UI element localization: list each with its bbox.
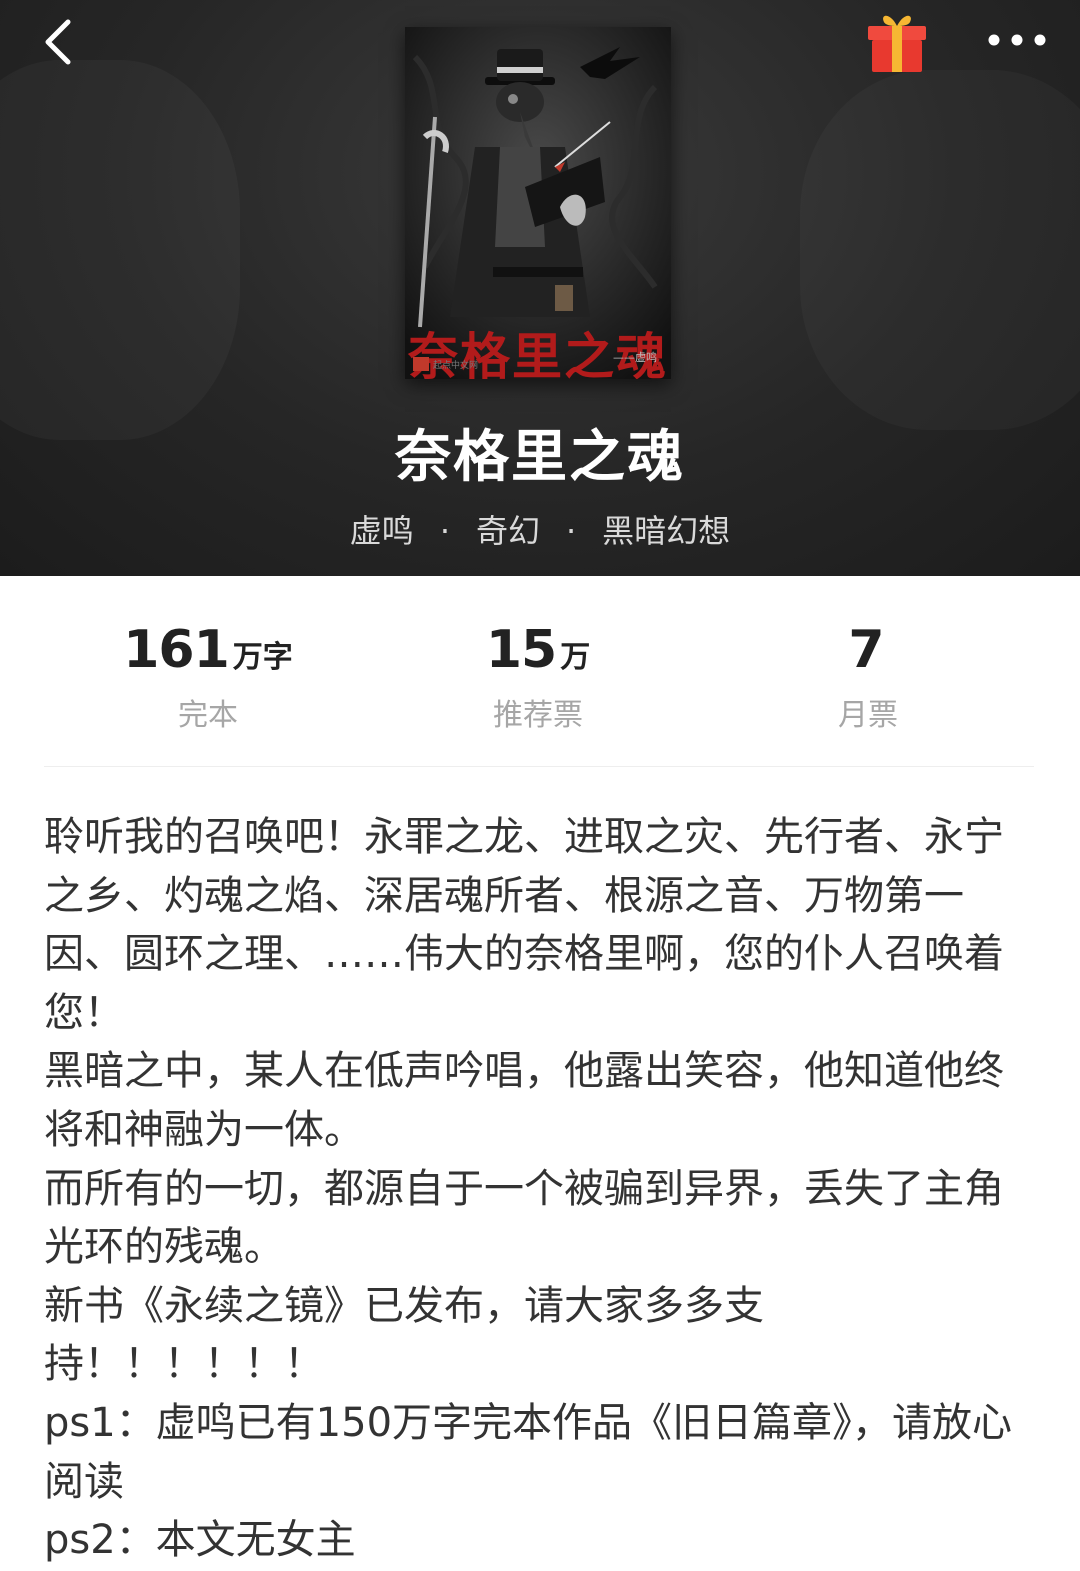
book-header: 奈格里之魂 起点中文网 ——虚鸣 奈格里之魂 虚鸣 · 奇幻 · 黑暗幻想 <box>0 0 1080 576</box>
author-link[interactable]: 虚鸣 <box>350 512 414 550</box>
more-dots-icon <box>988 34 1046 46</box>
book-title: 奈格里之魂 <box>395 425 685 490</box>
gift-button[interactable] <box>862 6 932 76</box>
category-link[interactable]: 奇幻 <box>476 512 540 550</box>
book-stats: 161 万字 完本 15 万 推荐票 7 月票 <box>0 576 1080 766</box>
gift-icon <box>868 15 926 72</box>
subcategory-link[interactable]: 黑暗幻想 <box>602 512 730 550</box>
chevron-left-icon <box>45 19 71 65</box>
description-paragraph: 聆听我的召唤吧！永罪之龙、进取之灾、先行者、永宁之乡、灼魂之焰、深居魂所者、根源… <box>44 814 1004 1036</box>
stat-label: 完本 <box>178 698 238 733</box>
cover-author: ——虚鸣 <box>613 351 657 364</box>
background-blur <box>800 70 1080 430</box>
more-button[interactable] <box>984 20 1050 60</box>
description-paragraph: 黑暗之中，某人在低声吟唱，他露出笑容，他知道他终将和神融为一体。 <box>44 1048 1004 1153</box>
description-paragraph: 而所有的一切，都源自于一个被骗到异界，丢失了主角光环的残魂。 <box>44 1165 1004 1271</box>
book-description[interactable]: 聆听我的召唤吧！永罪之龙、进取之灾、先行者、永宁之乡、灼魂之焰、深居魂所者、根源… <box>44 808 1040 1570</box>
stat-label: 推荐票 <box>493 698 583 733</box>
stat-word-count: 161 万字 完本 <box>58 620 358 734</box>
meta-separator: · <box>439 512 450 550</box>
stat-unit: 万 <box>560 640 591 675</box>
stat-monthly-votes[interactable]: 7 月票 <box>718 620 1018 734</box>
stat-value: 161 <box>123 620 230 680</box>
stat-label: 月票 <box>838 698 898 733</box>
meta-separator: · <box>566 512 577 550</box>
cover-publisher: 起点中文网 <box>433 361 479 371</box>
description-paragraph: ps2：本文无女主 <box>44 1517 356 1564</box>
stat-unit: 万字 <box>232 640 293 675</box>
description-paragraph: 新书《永续之镜》已发布，请大家多多支持！！！！！！ <box>44 1282 764 1388</box>
back-button[interactable] <box>36 14 96 74</box>
publisher-logo-icon <box>413 357 429 371</box>
background-blur <box>0 60 240 440</box>
stat-value: 15 <box>485 620 557 680</box>
book-meta: 虚鸣 · 奇幻 · 黑暗幻想 <box>0 506 1080 552</box>
divider <box>44 766 1034 767</box>
stat-value: 7 <box>848 620 884 680</box>
description-paragraph: ps1：虚鸣已有150万字完本作品《旧日篇章》，请放心阅读 <box>44 1399 1013 1505</box>
book-cover[interactable]: 奈格里之魂 起点中文网 ——虚鸣 <box>405 27 671 379</box>
stat-recommend-votes[interactable]: 15 万 推荐票 <box>388 620 688 734</box>
